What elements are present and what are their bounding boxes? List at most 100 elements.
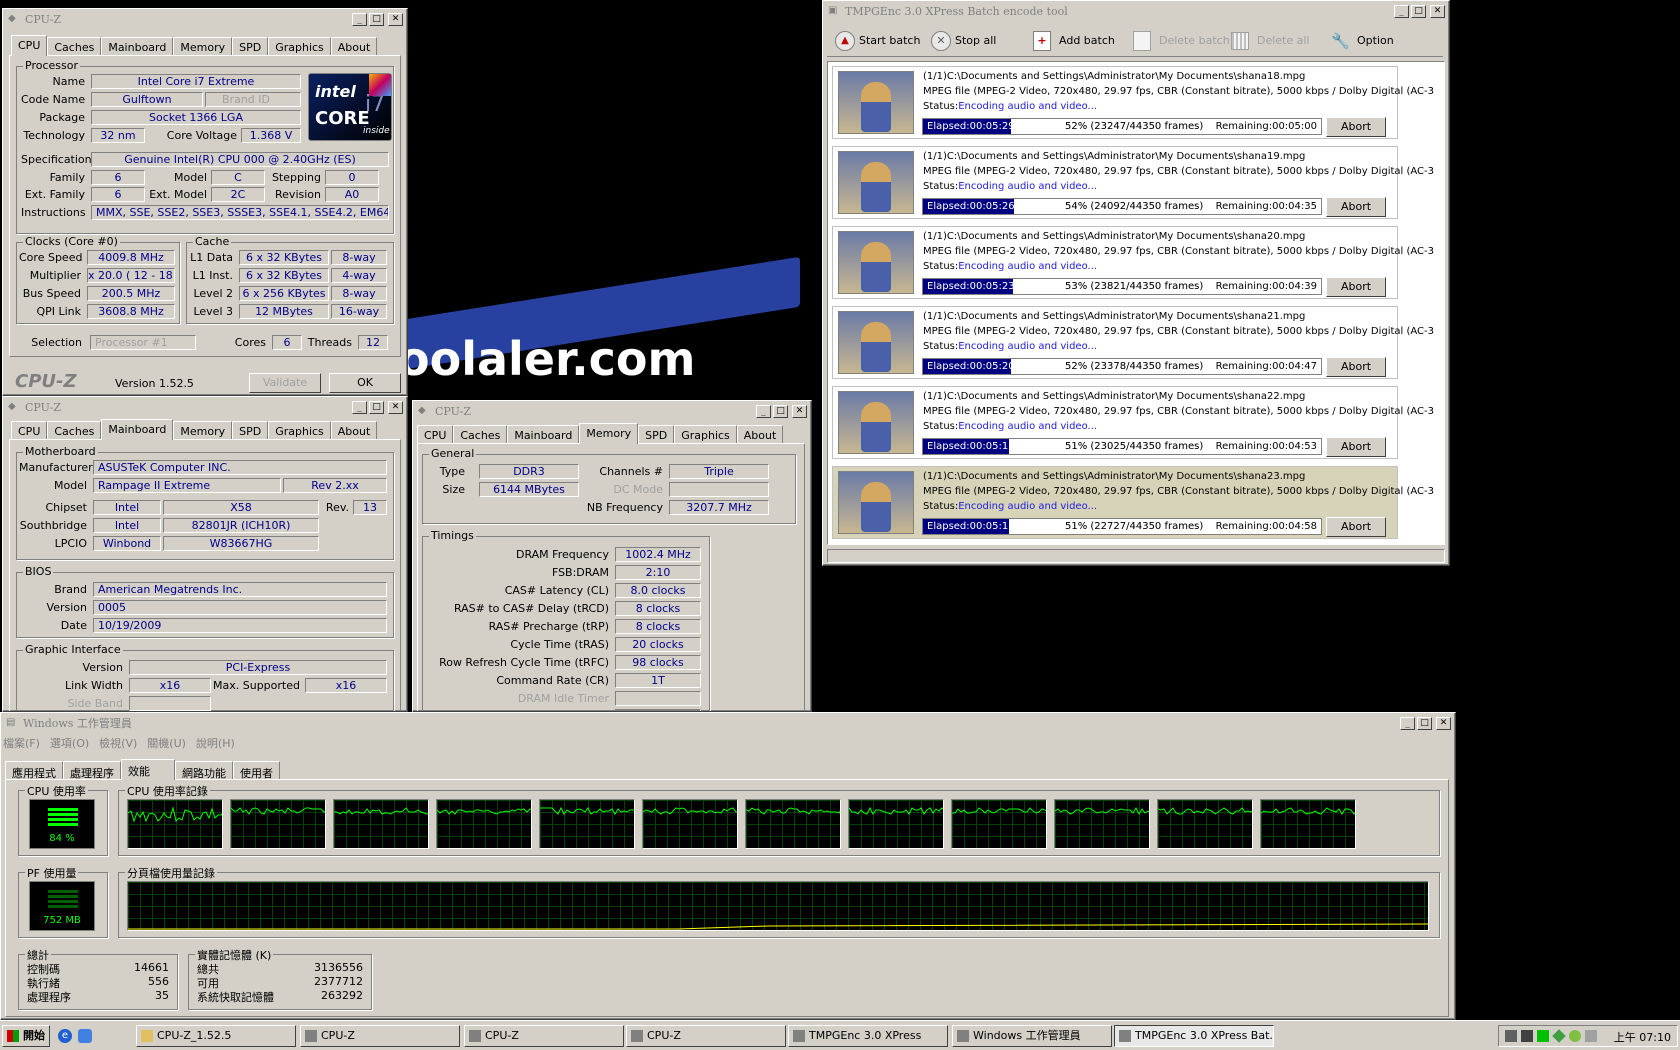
stop-all-button[interactable]: ✕ Stop all [931, 31, 996, 51]
tray-icon-volume[interactable] [1521, 1030, 1533, 1042]
tab-spd[interactable]: SPD [638, 425, 675, 443]
thumbnail-figure [861, 82, 891, 132]
ok-button[interactable]: OK [329, 373, 401, 393]
menu-file[interactable]: 檔案(F) [3, 735, 40, 751]
abort-button[interactable]: Abort [1326, 197, 1386, 217]
abort-button[interactable]: Abort [1326, 277, 1386, 297]
abort-button[interactable]: Abort [1326, 357, 1386, 377]
tab-mainboard[interactable]: Mainboard [507, 425, 580, 443]
taskbar-item-cpuz-1[interactable]: CPU-Z [300, 1025, 460, 1047]
timing-label: RAS# Precharge (tRP) [488, 620, 609, 633]
menu-help[interactable]: 說明(H) [196, 735, 235, 751]
minimize-button[interactable]: _ [1400, 717, 1415, 730]
add-batch-button[interactable]: + Add batch [1033, 31, 1115, 51]
maximize-button[interactable]: □ [369, 401, 384, 414]
delete-batch-button[interactable]: Delete batch [1133, 31, 1230, 51]
tab-graphics[interactable]: Graphics [674, 425, 737, 443]
tab-mainboard[interactable]: Mainboard [101, 419, 174, 440]
delete-all-button[interactable]: Delete all [1231, 31, 1310, 51]
package-value: Socket 1366 LGA [91, 110, 301, 125]
job-row[interactable]: (1/1)C:\Documents and Settings\Administr… [832, 306, 1434, 379]
core-logo-text: CORE [315, 108, 370, 129]
tab-memory[interactable]: Memory [173, 37, 233, 55]
maximize-button[interactable]: □ [1417, 717, 1432, 730]
minimize-button[interactable]: _ [756, 405, 771, 418]
codename-value: Gulftown [91, 92, 203, 107]
group-title: General [429, 447, 477, 460]
close-button[interactable]: ✕ [388, 13, 403, 26]
tab-cpu[interactable]: CPU [11, 421, 48, 439]
tab-performance[interactable]: 效能 [121, 759, 175, 780]
ie-icon[interactable]: e [58, 1029, 72, 1043]
status-label: Status: [923, 421, 959, 432]
close-button[interactable]: ✕ [792, 405, 807, 418]
tab-memory[interactable]: Memory [579, 423, 639, 444]
job-row[interactable]: (1/1)C:\Documents and Settings\Administr… [832, 226, 1434, 299]
validate-button[interactable]: Validate [249, 373, 321, 393]
tray-icon-extra[interactable] [1585, 1030, 1597, 1042]
elapsed-time: Elapsed:00:05:20 [927, 361, 1015, 372]
tray-icon-green[interactable] [1537, 1030, 1549, 1042]
job-row[interactable]: (1/1)C:\Documents and Settings\Administr… [832, 386, 1434, 459]
tab-about[interactable]: About [736, 425, 784, 443]
minimize-button[interactable]: _ [1394, 5, 1409, 18]
job-row[interactable]: (1/1)C:\Documents and Settings\Administr… [832, 466, 1434, 539]
memory-panel: General Type DDR3 Channels # Triple Size… [417, 443, 805, 711]
tab-applications[interactable]: 應用程式 [5, 761, 63, 780]
quicklaunch-icon[interactable] [78, 1029, 92, 1043]
start-batch-label: Start batch [859, 34, 921, 47]
tab-cpu[interactable]: CPU [417, 425, 454, 443]
title-bar: ▤ Windows 工作管理員 _ □ ✕ [3, 715, 1453, 732]
maximize-button[interactable]: □ [1411, 5, 1426, 18]
tray-icon-network[interactable] [1505, 1030, 1517, 1042]
taskbar-item-cpuz-2[interactable]: CPU-Z [464, 1025, 624, 1047]
video-thumbnail [838, 311, 914, 374]
tab-processes[interactable]: 處理程序 [63, 761, 121, 780]
abort-button[interactable]: Abort [1326, 517, 1386, 537]
tab-networking[interactable]: 網路功能 [175, 761, 233, 780]
close-button[interactable]: ✕ [1436, 717, 1451, 730]
maximize-button[interactable]: □ [773, 405, 788, 418]
tab-spd[interactable]: SPD [232, 421, 269, 439]
taskbar-item-tmpgenc[interactable]: TMPGEnc 3.0 XPress [788, 1025, 948, 1047]
taskbar-item-tmpgenc-batch[interactable]: TMPGEnc 3.0 XPress Bat... [1114, 1025, 1274, 1047]
menu-view[interactable]: 檢視(V) [99, 735, 137, 751]
tab-memory[interactable]: Memory [173, 421, 233, 439]
minimize-button[interactable]: _ [352, 13, 367, 26]
minimize-button[interactable]: _ [352, 401, 367, 414]
tab-cpu[interactable]: CPU [11, 35, 48, 56]
job-row[interactable]: (1/1)C:\Documents and Settings\Administr… [832, 66, 1434, 139]
selection-row: Selection Processor #1 Cores 6 Threads 1… [16, 332, 394, 352]
start-button[interactable]: 開始 [2, 1025, 50, 1047]
timing-label: Row Refresh Cycle Time (tRFC) [439, 656, 609, 669]
tab-mainboard[interactable]: Mainboard [101, 37, 174, 55]
maximize-button[interactable]: □ [369, 13, 384, 26]
tab-spd[interactable]: SPD [232, 37, 269, 55]
taskbar-item-taskmgr[interactable]: Windows 工作管理員 [952, 1025, 1112, 1047]
job-row[interactable]: (1/1)C:\Documents and Settings\Administr… [832, 146, 1434, 219]
tray-icon-diamond[interactable] [1552, 1029, 1566, 1043]
processor-select[interactable]: Processor #1 [90, 335, 196, 350]
tab-caches[interactable]: Caches [453, 425, 508, 443]
tab-caches[interactable]: Caches [47, 421, 102, 439]
tab-about[interactable]: About [330, 37, 378, 55]
tab-graphics[interactable]: Graphics [268, 37, 331, 55]
tab-graphics[interactable]: Graphics [268, 421, 331, 439]
menu-shutdown[interactable]: 關機(U) [147, 735, 186, 751]
abort-button[interactable]: Abort [1326, 437, 1386, 457]
tab-caches[interactable]: Caches [47, 37, 102, 55]
tray-icon-shield[interactable] [1569, 1030, 1581, 1042]
abort-button[interactable]: Abort [1326, 117, 1386, 137]
tab-about[interactable]: About [330, 421, 378, 439]
option-button[interactable]: 🔧 Option [1331, 31, 1394, 51]
close-button[interactable]: ✕ [1430, 5, 1445, 18]
pf-usage-group: PF 使用量 752 MB [18, 865, 108, 938]
start-batch-button[interactable]: ▲ Start batch [835, 31, 920, 51]
close-button[interactable]: ✕ [388, 401, 403, 414]
taskbar-item-cpuz-3[interactable]: CPU-Z [626, 1025, 786, 1047]
tab-users[interactable]: 使用者 [233, 761, 280, 780]
timing-value: 1T [615, 673, 701, 688]
taskbar-item-folder[interactable]: CPU-Z_1.52.5 [136, 1025, 296, 1047]
remaining-time: Remaining:00:04:53 [1215, 441, 1317, 452]
menu-options[interactable]: 選項(O) [50, 735, 89, 751]
